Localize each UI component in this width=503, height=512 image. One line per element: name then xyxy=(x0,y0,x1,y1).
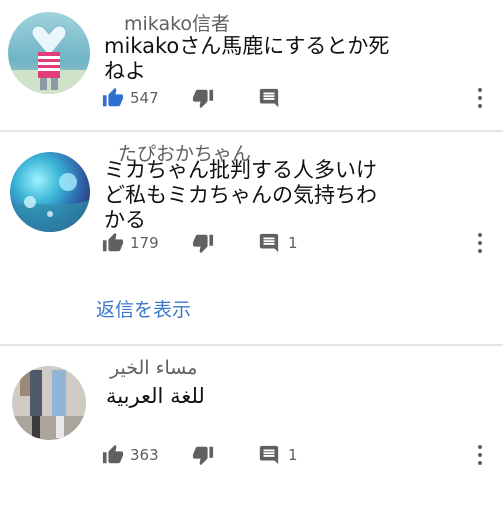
reply-count: 1 xyxy=(288,234,298,252)
thumbs-down-icon xyxy=(192,446,214,466)
reply-icon xyxy=(259,233,279,253)
avatar-image xyxy=(10,152,90,232)
more-vertical-icon[interactable] xyxy=(477,88,483,108)
dislike-button[interactable] xyxy=(192,83,214,113)
thumbs-down-icon xyxy=(192,89,214,109)
show-replies-link[interactable]: 返信を表示 xyxy=(96,298,191,322)
like-count: 547 xyxy=(130,89,159,107)
thumbs-up-icon xyxy=(102,232,124,252)
comment-text: mikakoさん馬鹿にするとか死 ねよ xyxy=(104,34,390,83)
comment-author[interactable]: مساء الخير xyxy=(110,358,197,378)
like-count: 363 xyxy=(130,446,159,464)
dislike-button[interactable] xyxy=(192,440,214,470)
reply-button[interactable] xyxy=(258,83,280,113)
comment-author[interactable]: mikako信者 xyxy=(124,14,230,34)
more-vertical-icon[interactable] xyxy=(477,233,483,253)
avatar[interactable] xyxy=(12,366,86,440)
more-vertical-icon[interactable] xyxy=(477,445,483,465)
thumbs-up-icon xyxy=(102,444,124,464)
reply-icon xyxy=(259,88,279,108)
comment-item: たぴおかちゃん ミカちゃん批判する人多いけ ど私もミカちゃんの気持ちわ かる 1… xyxy=(0,132,503,344)
avatar-image xyxy=(12,366,86,440)
comment-text: ミカちゃん批判する人多いけ ど私もミカちゃんの気持ちわ かる xyxy=(104,158,377,232)
like-button[interactable]: 547 xyxy=(102,83,159,113)
like-button[interactable]: 363 xyxy=(102,440,159,470)
avatar-image xyxy=(8,12,90,94)
dislike-button[interactable] xyxy=(192,228,214,258)
comment-item: mikako信者 mikakoさん馬鹿にするとか死 ねよ 547 xyxy=(0,0,503,130)
reply-button[interactable]: 1 xyxy=(258,440,298,470)
avatar[interactable] xyxy=(8,12,90,94)
comment-item: مساء الخير للغة العربية 363 1 xyxy=(0,346,503,512)
reply-icon xyxy=(259,445,279,465)
comment-actions: 363 1 xyxy=(0,440,503,470)
comment-actions: 547 xyxy=(0,83,503,113)
like-count: 179 xyxy=(130,234,159,252)
reply-button[interactable]: 1 xyxy=(258,228,298,258)
thumbs-up-icon xyxy=(102,87,124,107)
like-button[interactable]: 179 xyxy=(102,228,159,258)
avatar[interactable] xyxy=(10,152,90,232)
comment-text: للغة العربية xyxy=(106,384,205,408)
reply-count: 1 xyxy=(288,446,298,464)
comment-actions: 179 1 xyxy=(0,228,503,258)
thumbs-down-icon xyxy=(192,234,214,254)
comments-list: mikako信者 mikakoさん馬鹿にするとか死 ねよ 547 たぴおかちゃん… xyxy=(0,0,503,512)
